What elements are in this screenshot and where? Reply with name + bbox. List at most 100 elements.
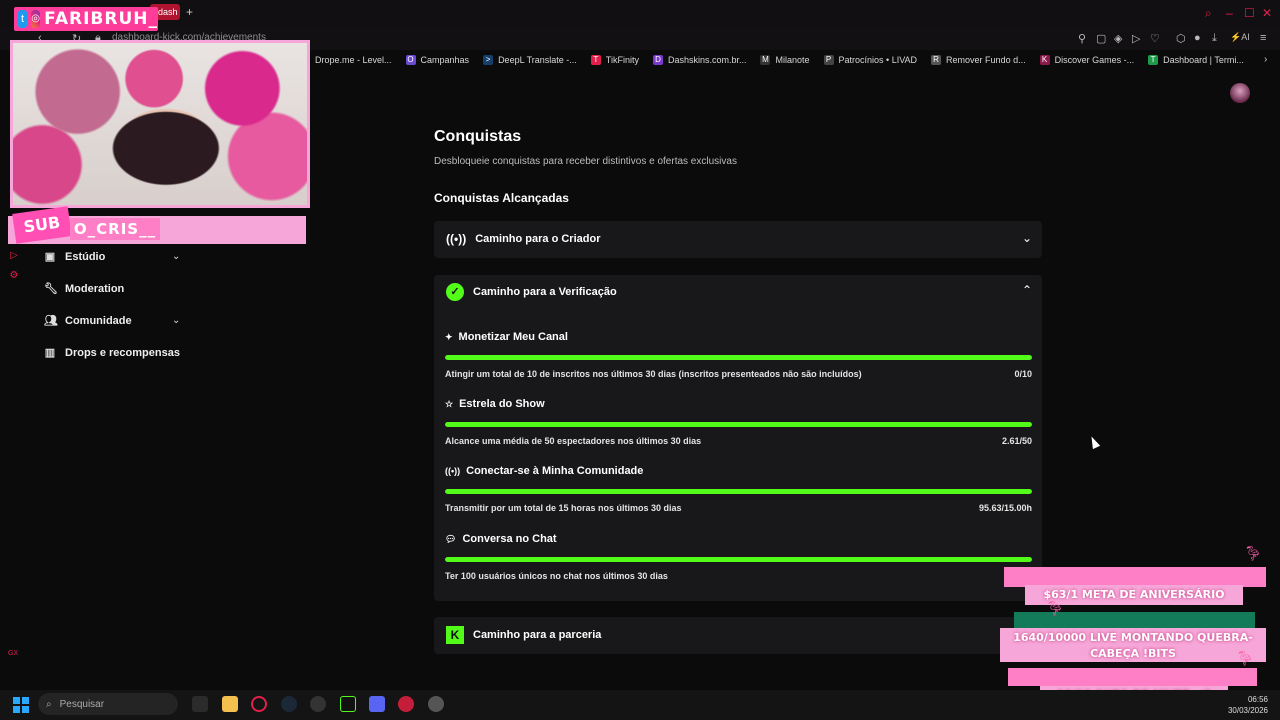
heart-icon[interactable]: ♡: [1150, 32, 1160, 45]
avatar[interactable]: [1230, 83, 1250, 103]
bookmark-item[interactable]: T Dashboard | Termi...: [1148, 55, 1244, 65]
rail-gx-logo: GX: [8, 650, 19, 657]
rail-player-icon[interactable]: ▷: [8, 250, 20, 262]
task-view-icon[interactable]: [192, 696, 208, 712]
social-banner: t ◎ FARIBRUH_: [14, 7, 158, 31]
taskbar-clock: 06:56 30/03/2026: [1226, 694, 1268, 716]
minimize-icon[interactable]: –: [1226, 6, 1233, 20]
sparkle-icon: ✦: [445, 331, 453, 342]
app-red-icon[interactable]: [398, 696, 414, 712]
progress-bar-fill: [445, 422, 1032, 427]
progress-bar: [445, 355, 1032, 360]
path-label: Caminho para a Verificação: [473, 286, 617, 298]
shield-icon[interactable]: ◈: [1114, 32, 1122, 45]
mouse-cursor: [1087, 434, 1101, 450]
bookmark-item[interactable]: R Remover Fundo d...: [931, 55, 1026, 65]
path-card-parceria[interactable]: K Caminho para a parceria: [434, 617, 1042, 654]
extensions-icon[interactable]: ⬡: [1176, 32, 1186, 45]
pin-icon[interactable]: ⚲: [1078, 32, 1086, 45]
menu-icon[interactable]: ≡: [1260, 32, 1266, 44]
app-cat-icon[interactable]: [428, 696, 444, 712]
flamingo-icon: 🦩︎: [1236, 650, 1254, 666]
sidebar-item-moderation[interactable]: 🔧︎ Moderation: [44, 282, 124, 296]
kick-app-icon[interactable]: [340, 696, 356, 712]
path-label: Caminho para o Criador: [475, 233, 601, 245]
task-title: Conectar-se à Minha Comunidade: [466, 465, 644, 477]
path-header[interactable]: ✓ Caminho para a Verificação: [446, 283, 617, 301]
webcam-overlay: [10, 40, 310, 208]
bookmark-favicon-icon: P: [823, 55, 834, 65]
bookmark-item[interactable]: P Patrocínios • LIVAD: [823, 55, 917, 65]
sidebar-item-comunidade[interactable]: 👥︎ Comunidade: [44, 314, 132, 328]
bookmark-item[interactable]: DDrope.me - Level...: [300, 55, 392, 65]
taskbar-search[interactable]: ⌕ Pesquisar: [38, 693, 178, 715]
bookmarks-bar: DDrope.me - Level...OCampanhas>DeepL Tra…: [300, 50, 1244, 70]
bookmark-label: TikFinity: [605, 55, 639, 65]
chevron-down-icon[interactable]: ⌄: [172, 315, 180, 326]
bookmark-favicon-icon: R: [931, 55, 942, 65]
progress-bar: [445, 489, 1032, 494]
steam-icon[interactable]: [281, 696, 297, 712]
bookmark-item[interactable]: O Campanhas: [405, 55, 469, 65]
ai-icon[interactable]: ⚡AI: [1230, 32, 1250, 43]
maximize-icon[interactable]: ☐: [1244, 6, 1255, 20]
star-icon: ☆: [445, 398, 454, 409]
task-title-row: ☆ Estrela do Show: [445, 398, 1032, 410]
task-title-row: ✦ Monetizar Meu Canal: [445, 331, 1032, 343]
profile-icon[interactable]: ●: [1194, 32, 1201, 44]
sub-username: O_CRIS__: [70, 218, 160, 240]
search-placeholder: Pesquisar: [59, 698, 105, 710]
page-title: Conquistas: [434, 128, 522, 145]
bookmark-label: Drope.me - Level...: [315, 55, 392, 65]
broadcast-icon: ((•)): [446, 232, 467, 246]
windows-start-icon[interactable]: [13, 697, 29, 713]
bookmark-item[interactable]: T TikFinity: [590, 55, 639, 65]
goal-bar-subs: [1008, 668, 1257, 686]
search-icon: ⌕: [46, 698, 52, 710]
download-icon[interactable]: ⤓: [1212, 32, 1217, 45]
bookmark-favicon-icon: D: [652, 55, 663, 65]
kick-logo-icon: K: [446, 626, 464, 644]
bookmark-label: Dashboard | Termi...: [1163, 55, 1244, 65]
achievement-task: ✦ Monetizar Meu Canal Atingir um total de …: [445, 331, 1032, 379]
chevron-up-icon[interactable]: ⌃: [1022, 283, 1032, 297]
opera-gx-icon[interactable]: [251, 696, 267, 712]
task-detail-row: Atingir um total de 10 de inscritos nos …: [445, 369, 1032, 379]
obs-icon[interactable]: [310, 696, 326, 712]
verified-badge-icon: ✓: [446, 283, 464, 301]
chevron-down-icon[interactable]: ⌄: [1022, 231, 1032, 245]
progress-bar: [445, 557, 1032, 562]
sidebar-item-drops[interactable]: ▥ Drops e recompensas: [44, 346, 180, 360]
screenshot-icon[interactable]: ▢: [1096, 32, 1106, 45]
clock-time: 06:56: [1247, 695, 1268, 704]
task-title: Estrela do Show: [459, 398, 545, 410]
twitter-icon: t: [18, 10, 28, 28]
bookmark-label: Milanote: [775, 55, 810, 65]
file-explorer-icon[interactable]: [222, 696, 238, 712]
task-progress: 95.63/15.00h: [978, 503, 1032, 513]
path-card-criador[interactable]: ((•)) Caminho para o Criador ⌄: [434, 221, 1042, 258]
bookmark-item[interactable]: > DeepL Translate -...: [483, 55, 577, 65]
new-tab-button[interactable]: +: [186, 5, 193, 19]
chevron-right-icon[interactable]: ›: [1264, 54, 1267, 65]
sidebar-item-estudio[interactable]: ▣ Estúdio: [44, 250, 106, 264]
discord-icon[interactable]: [369, 696, 385, 712]
bookmark-label: Dashskins.com.br...: [667, 55, 747, 65]
instagram-icon: ◎: [31, 10, 41, 28]
progress-bar-fill: [445, 489, 1032, 494]
rail-settings-icon[interactable]: ⚙: [8, 270, 20, 282]
bookmark-item[interactable]: K Discover Games -...: [1039, 55, 1134, 65]
search-icon[interactable]: ⌕: [1205, 6, 1212, 21]
clock-date: 30/03/2026: [1227, 706, 1268, 715]
task-title-row: 💬︎ Conversa no Chat: [445, 533, 1032, 545]
task-description: Transmitir por um total de 15 horas nos …: [445, 503, 682, 513]
chevron-down-icon[interactable]: ⌄: [172, 251, 180, 262]
play-icon[interactable]: ▷: [1132, 32, 1140, 45]
bookmark-item[interactable]: D Dashskins.com.br...: [652, 55, 747, 65]
social-handle: FARIBRUH_: [44, 9, 158, 29]
sub-alert: SUB O_CRIS__: [8, 206, 306, 244]
close-icon[interactable]: ✕: [1262, 6, 1272, 20]
sidebar-item-label: Drops e recompensas: [65, 346, 180, 359]
bookmark-item[interactable]: M Milanote: [760, 55, 810, 65]
chat-icon: 💬︎: [445, 533, 457, 544]
